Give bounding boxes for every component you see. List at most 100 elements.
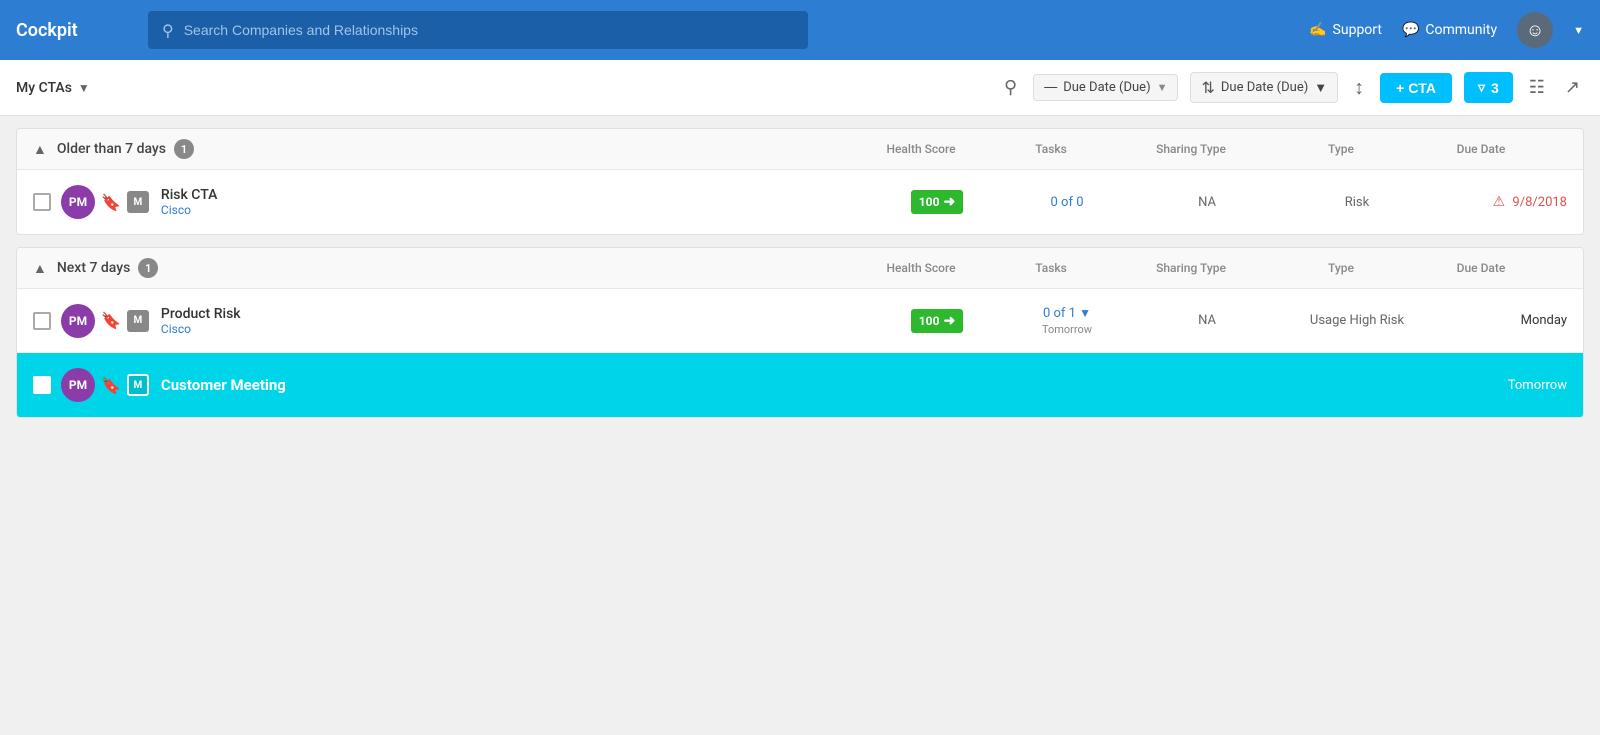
col-tasks-1: Tasks <box>991 142 1111 156</box>
nav-right: ✍ Support 💬 Community ☺ ▼ <box>1309 12 1584 48</box>
main-content: ▲ Older than 7 days 1 Health Score Tasks… <box>0 116 1600 735</box>
tasks-dropdown-icon[interactable]: ▼ <box>1079 306 1091 320</box>
main-toolbar: My CTAs ▼ ⚲ ⎯⎯ Due Date (Due) ▼ ⇅ Due Da… <box>0 60 1600 116</box>
health-badge-risk: 100 ➜ <box>911 190 963 214</box>
cta-name-risk[interactable]: Risk CTA <box>161 187 867 203</box>
due-date-meeting: Tomorrow <box>1427 378 1567 393</box>
group1-column-headers: Health Score Tasks Sharing Type Type Due… <box>799 142 1567 156</box>
col-due-date-2: Due Date <box>1411 261 1551 275</box>
avatar-product: PM <box>61 304 95 338</box>
expand-icon[interactable]: ↗ <box>1561 73 1584 102</box>
cta-company-risk[interactable]: Cisco <box>161 203 867 217</box>
group1-count: 1 <box>174 139 194 159</box>
due-date-product: Monday <box>1427 313 1567 328</box>
warning-icon-risk: ⚠ <box>1493 194 1506 210</box>
group2-title-text: Next 7 days <box>57 260 130 276</box>
view-label: My CTAs <box>16 80 72 96</box>
health-score-risk: 100 ➜ <box>867 190 1007 214</box>
app-title: Cockpit <box>16 20 136 41</box>
col-type-1: Type <box>1271 142 1411 156</box>
health-badge-product: 100 ➜ <box>911 309 963 333</box>
search-icon: ⚲ <box>162 21 174 40</box>
filter-count: 3 <box>1491 80 1499 96</box>
avatar-meeting: PM <box>61 368 95 402</box>
cta-info-product: Product Risk Cisco <box>161 306 867 336</box>
cta-name-product[interactable]: Product Risk <box>161 306 867 322</box>
tasks-product-sub: Tomorrow <box>1007 323 1127 336</box>
sort-icon: ⇅ <box>1201 78 1214 97</box>
filter-icon: ▿ <box>1478 79 1485 96</box>
community-icon: 💬 <box>1402 22 1419 38</box>
col-due-date-1: Due Date <box>1411 142 1551 156</box>
group2-collapse-icon[interactable]: ▲ <box>33 260 47 277</box>
cta-info-meeting: Customer Meeting <box>161 376 867 394</box>
col-health-score-2: Health Score <box>851 261 991 275</box>
row-checkbox-risk[interactable] <box>33 193 51 211</box>
sort-by-filter[interactable]: ⇅ Due Date (Due) ▼ <box>1190 72 1338 103</box>
avatar-icon: ☺ <box>1526 20 1544 41</box>
group-older-than-7-days: ▲ Older than 7 days 1 Health Score Tasks… <box>16 128 1584 235</box>
bookmark-icon-product[interactable]: 🔖 <box>101 311 121 330</box>
support-icon: ✍ <box>1309 22 1326 38</box>
group1-collapse-icon[interactable]: ▲ <box>33 141 47 158</box>
search-bar[interactable]: ⚲ <box>148 11 808 49</box>
group1-title: Older than 7 days 1 <box>57 139 194 159</box>
col-sharing-2: Sharing Type <box>1111 261 1271 275</box>
sharing-risk: NA <box>1127 195 1287 210</box>
tasks-link-risk[interactable]: 0 of 0 <box>1007 195 1127 210</box>
sort-by-chevron: ▼ <box>1314 80 1327 96</box>
support-label: Support <box>1333 22 1382 38</box>
group1-header: ▲ Older than 7 days 1 Health Score Tasks… <box>17 129 1583 170</box>
group-by-label: Due Date (Due) <box>1063 80 1150 95</box>
avatar-risk: PM <box>61 185 95 219</box>
cta-row-customer-meeting: PM 🔖 M Customer Meeting Tomorrow <box>17 353 1583 417</box>
view-selector-chevron: ▼ <box>78 81 90 95</box>
filter-count-button[interactable]: ▿ 3 <box>1464 72 1513 103</box>
group-by-chevron: ▼ <box>1157 81 1168 94</box>
group2-header: ▲ Next 7 days 1 Health Score Tasks Shari… <box>17 248 1583 289</box>
tasks-product-link[interactable]: 0 of 1 ▼ <box>1007 306 1127 321</box>
due-date-risk: ⚠ 9/8/2018 <box>1427 194 1567 210</box>
top-navigation: Cockpit ⚲ ✍ Support 💬 Community ☺ ▼ <box>0 0 1600 60</box>
type-product: Usage High Risk <box>1287 313 1427 328</box>
toolbar-search-icon[interactable]: ⚲ <box>1000 73 1021 102</box>
row-checkbox-meeting[interactable] <box>33 376 51 394</box>
col-health-score-1: Health Score <box>851 142 991 156</box>
cta-row-product-risk: PM 🔖 M Product Risk Cisco 100 ➜ 0 of 1 ▼ <box>17 289 1583 353</box>
tasks-product: 0 of 1 ▼ Tomorrow <box>1007 306 1127 336</box>
row-checkbox-product[interactable] <box>33 312 51 330</box>
group-next-7-days: ▲ Next 7 days 1 Health Score Tasks Shari… <box>16 247 1584 418</box>
col-sharing-1: Sharing Type <box>1111 142 1271 156</box>
user-avatar[interactable]: ☺ <box>1517 12 1553 48</box>
community-link[interactable]: 💬 Community <box>1402 22 1497 38</box>
m-badge-product: M <box>127 310 149 332</box>
m-badge-risk: M <box>127 191 149 213</box>
avatar-chevron: ▼ <box>1573 24 1584 37</box>
bookmark-icon-risk[interactable]: 🔖 <box>101 193 121 212</box>
group-by-icon: ⎯⎯ <box>1044 80 1057 95</box>
group2-column-headers: Health Score Tasks Sharing Type Type Due… <box>799 261 1567 275</box>
sort-direction-icon[interactable]: ↕ <box>1350 71 1368 104</box>
bookmark-icon-meeting[interactable]: 🔖 <box>101 376 121 395</box>
group1-title-text: Older than 7 days <box>57 141 166 157</box>
sharing-product: NA <box>1127 313 1287 328</box>
community-label: Community <box>1425 22 1497 38</box>
search-input[interactable] <box>184 22 794 38</box>
view-selector[interactable]: My CTAs ▼ <box>16 80 90 96</box>
group-by-filter[interactable]: ⎯⎯ Due Date (Due) ▼ <box>1033 74 1178 101</box>
list-view-icon[interactable]: ☷ <box>1525 73 1549 102</box>
m-badge-meeting: M <box>127 374 149 396</box>
col-type-2: Type <box>1271 261 1411 275</box>
add-cta-button[interactable]: + CTA <box>1380 73 1452 103</box>
cta-row-risk: PM 🔖 M Risk CTA Cisco 100 ➜ 0 of 0 NA Ri… <box>17 170 1583 234</box>
col-tasks-2: Tasks <box>991 261 1111 275</box>
support-link[interactable]: ✍ Support <box>1309 22 1382 38</box>
cta-info-risk: Risk CTA Cisco <box>161 187 867 217</box>
group2-title: Next 7 days 1 <box>57 258 158 278</box>
type-risk: Risk <box>1287 195 1427 210</box>
cta-company-product[interactable]: Cisco <box>161 322 867 336</box>
cta-name-meeting[interactable]: Customer Meeting <box>161 376 867 394</box>
group2-count: 1 <box>138 258 158 278</box>
health-score-product: 100 ➜ <box>867 309 1007 333</box>
tasks-risk: 0 of 0 <box>1007 195 1127 210</box>
